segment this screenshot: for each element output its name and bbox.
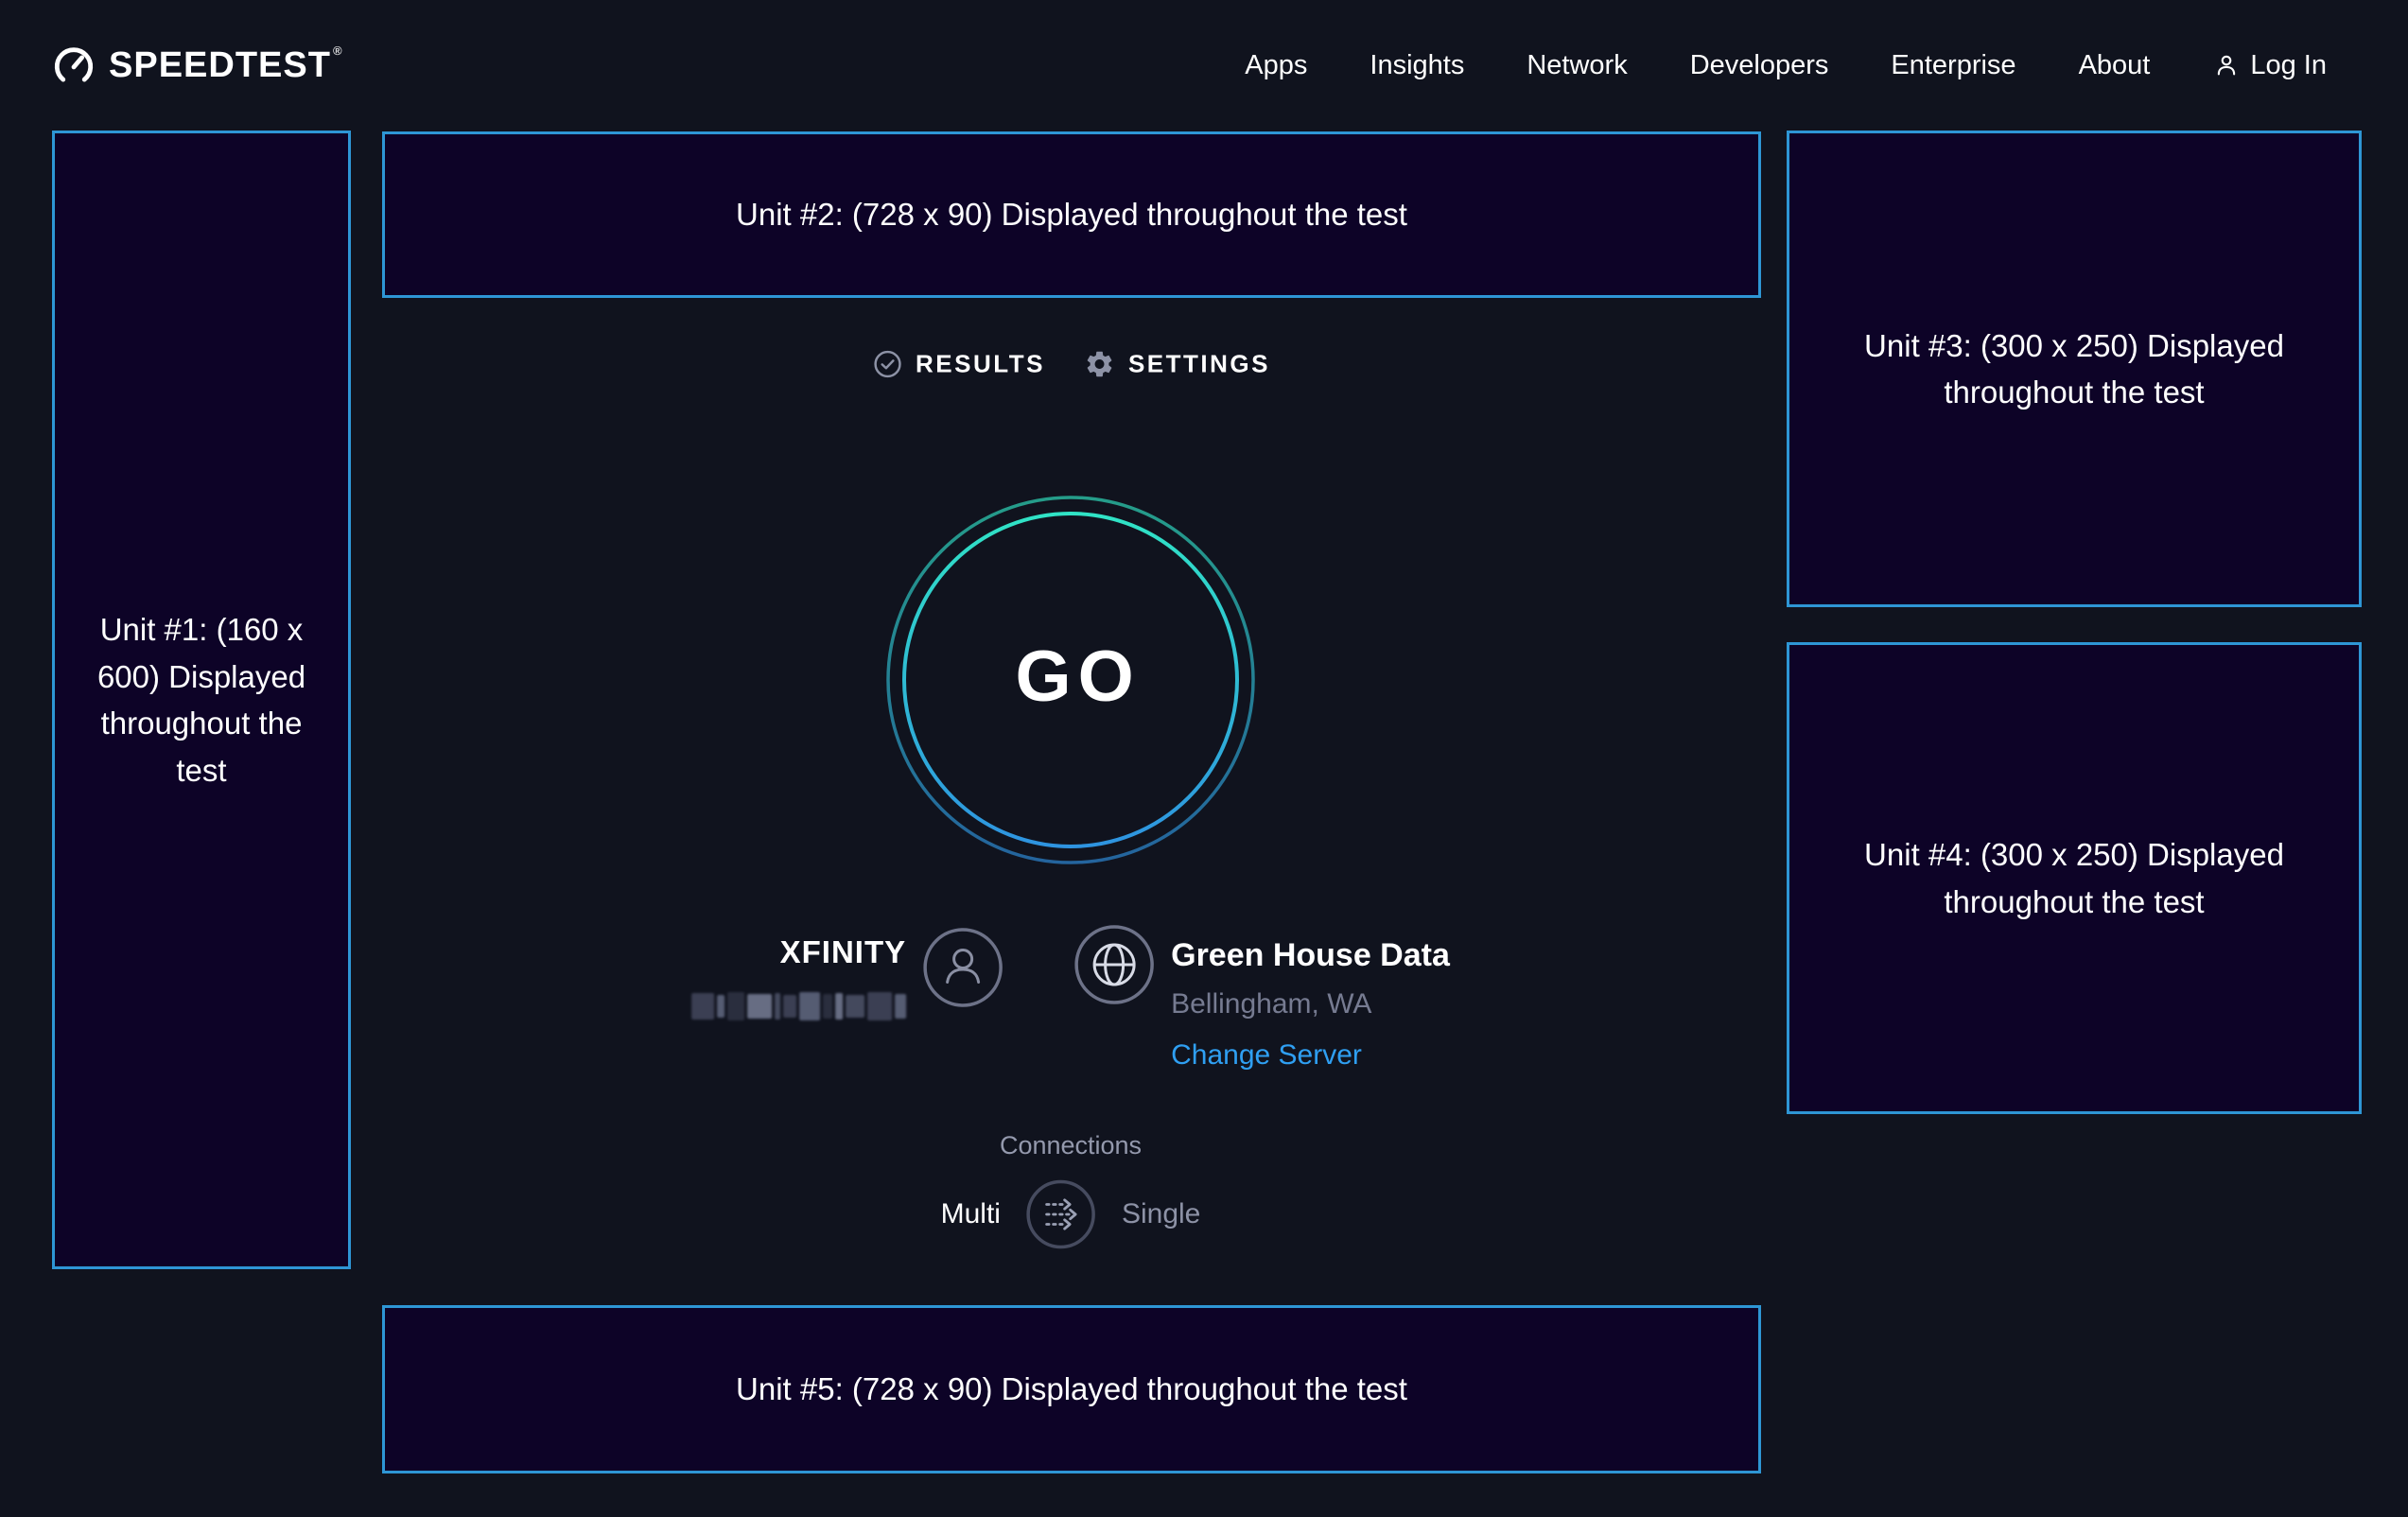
- login-button[interactable]: Log In: [2212, 50, 2327, 81]
- redacted-ip: [691, 992, 906, 1020]
- single-label[interactable]: Single: [1122, 1198, 1200, 1230]
- tab-results[interactable]: RESULTS: [873, 350, 1045, 379]
- ad-unit-5-text: Unit #5: (728 x 90) Displayed throughout…: [736, 1366, 1407, 1413]
- nav-item-insights[interactable]: Insights: [1370, 50, 1464, 81]
- header: SPEEDTEST® Apps Insights Network Develop…: [0, 0, 2408, 131]
- multi-label[interactable]: Multi: [941, 1198, 1001, 1230]
- server-name: Green House Data: [1171, 934, 1450, 976]
- globe-circle-icon: [1074, 925, 1154, 1004]
- nav-item-apps[interactable]: Apps: [1245, 50, 1307, 81]
- connections-toggle-row: Multi Single: [941, 1178, 1201, 1250]
- check-circle-icon: [873, 350, 902, 379]
- nav-item-enterprise[interactable]: Enterprise: [1891, 50, 2015, 81]
- ad-unit-3[interactable]: Unit #3: (300 x 250) Displayed throughou…: [1787, 131, 2362, 607]
- gauge-icon: [52, 44, 96, 87]
- multi-arrows-icon: [1025, 1178, 1097, 1250]
- nav-item-about[interactable]: About: [2079, 50, 2151, 81]
- connections-title: Connections: [1000, 1131, 1142, 1160]
- person-circle-icon: [923, 925, 1003, 1007]
- logo-text: SPEEDTEST®: [109, 45, 341, 86]
- speedtest-page: SPEEDTEST® Apps Insights Network Develop…: [0, 0, 2408, 1517]
- ad-unit-5[interactable]: Unit #5: (728 x 90) Displayed throughout…: [382, 1305, 1761, 1473]
- gear-icon: [1084, 349, 1115, 380]
- nav-item-developers[interactable]: Developers: [1690, 50, 1829, 81]
- provider-server-row: XFINITY: [691, 925, 1450, 1072]
- ad-unit-1-text: Unit #1: (160 x 600) Displayed throughou…: [83, 606, 320, 793]
- tab-settings[interactable]: SETTINGS: [1084, 349, 1270, 380]
- connections-toggle[interactable]: [1025, 1178, 1097, 1250]
- server-location: Bellingham, WA: [1171, 987, 1450, 1021]
- go-label: GO: [1009, 636, 1141, 718]
- isp-name: XFINITY: [780, 933, 907, 971]
- speedtest-logo[interactable]: SPEEDTEST®: [52, 44, 341, 87]
- change-server-link[interactable]: Change Server: [1171, 1038, 1450, 1072]
- ad-unit-2[interactable]: Unit #2: (728 x 90) Displayed throughout…: [382, 131, 1761, 298]
- go-button[interactable]: GO: [886, 496, 1255, 864]
- trademark-mark: ®: [333, 44, 343, 58]
- ad-unit-3-text: Unit #3: (300 x 250) Displayed throughou…: [1833, 323, 2315, 416]
- ad-unit-4-text: Unit #4: (300 x 250) Displayed throughou…: [1833, 831, 2315, 925]
- isp-block: XFINITY: [691, 925, 1003, 1020]
- nav-item-network[interactable]: Network: [1527, 50, 1627, 81]
- settings-label: SETTINGS: [1128, 350, 1270, 379]
- results-settings-tabs: RESULTS SETTINGS: [873, 349, 1270, 380]
- login-label: Log In: [2250, 50, 2327, 81]
- main-nav: Apps Insights Network Developers Enterpr…: [1245, 50, 2327, 81]
- ad-unit-2-text: Unit #2: (728 x 90) Displayed throughout…: [736, 191, 1407, 238]
- results-label: RESULTS: [916, 350, 1045, 379]
- user-icon: [2212, 51, 2241, 79]
- ad-unit-1[interactable]: Unit #1: (160 x 600) Displayed throughou…: [52, 131, 351, 1269]
- ad-unit-4[interactable]: Unit #4: (300 x 250) Displayed throughou…: [1787, 642, 2362, 1114]
- server-block: Green House Data Bellingham, WA Change S…: [1074, 925, 1450, 1072]
